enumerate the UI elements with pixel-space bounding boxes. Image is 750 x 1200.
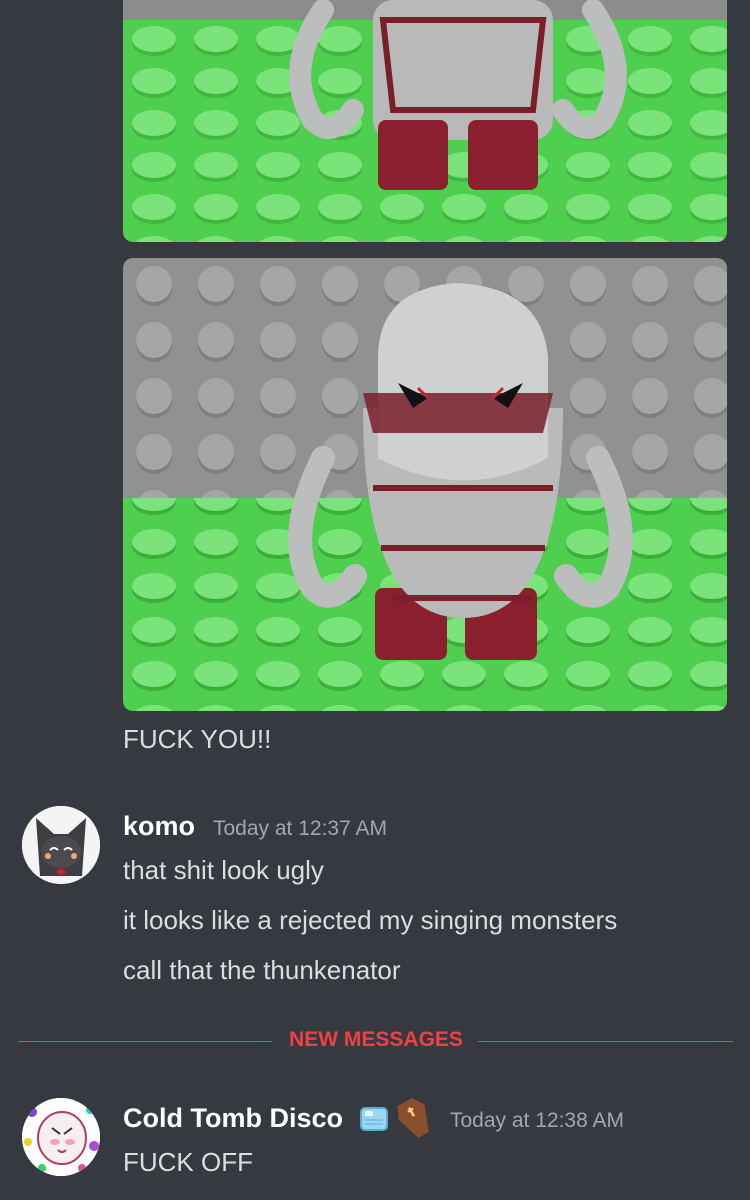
username-cold-tomb-disco[interactable]: Cold Tomb Disco bbox=[123, 1103, 343, 1134]
timestamp-cold-tomb-disco: Today at 12:38 AM bbox=[450, 1109, 624, 1132]
timestamp-komo: Today at 12:37 AM bbox=[213, 817, 387, 840]
avatar-komo[interactable] bbox=[22, 806, 100, 884]
message-line: FUCK OFF bbox=[123, 1147, 253, 1177]
ice-cube-icon bbox=[358, 1102, 390, 1139]
message-line: call that the thunkenator bbox=[123, 955, 401, 985]
attachment-image-2[interactable] bbox=[123, 258, 727, 711]
message-line: that shit look ugly bbox=[123, 855, 324, 885]
new-messages-label: NEW MESSAGES bbox=[289, 1028, 463, 1051]
new-messages-divider-left bbox=[18, 1041, 272, 1042]
username-komo[interactable]: komo bbox=[123, 811, 195, 842]
message-line: it looks like a rejected my singing mons… bbox=[123, 905, 618, 935]
previous-message-text: FUCK YOU!! bbox=[123, 724, 272, 754]
coffin-icon bbox=[396, 1097, 434, 1144]
attachment-image-1[interactable] bbox=[123, 0, 727, 242]
new-messages-divider-right bbox=[478, 1041, 733, 1042]
avatar-cold-tomb-disco[interactable] bbox=[22, 1098, 100, 1176]
